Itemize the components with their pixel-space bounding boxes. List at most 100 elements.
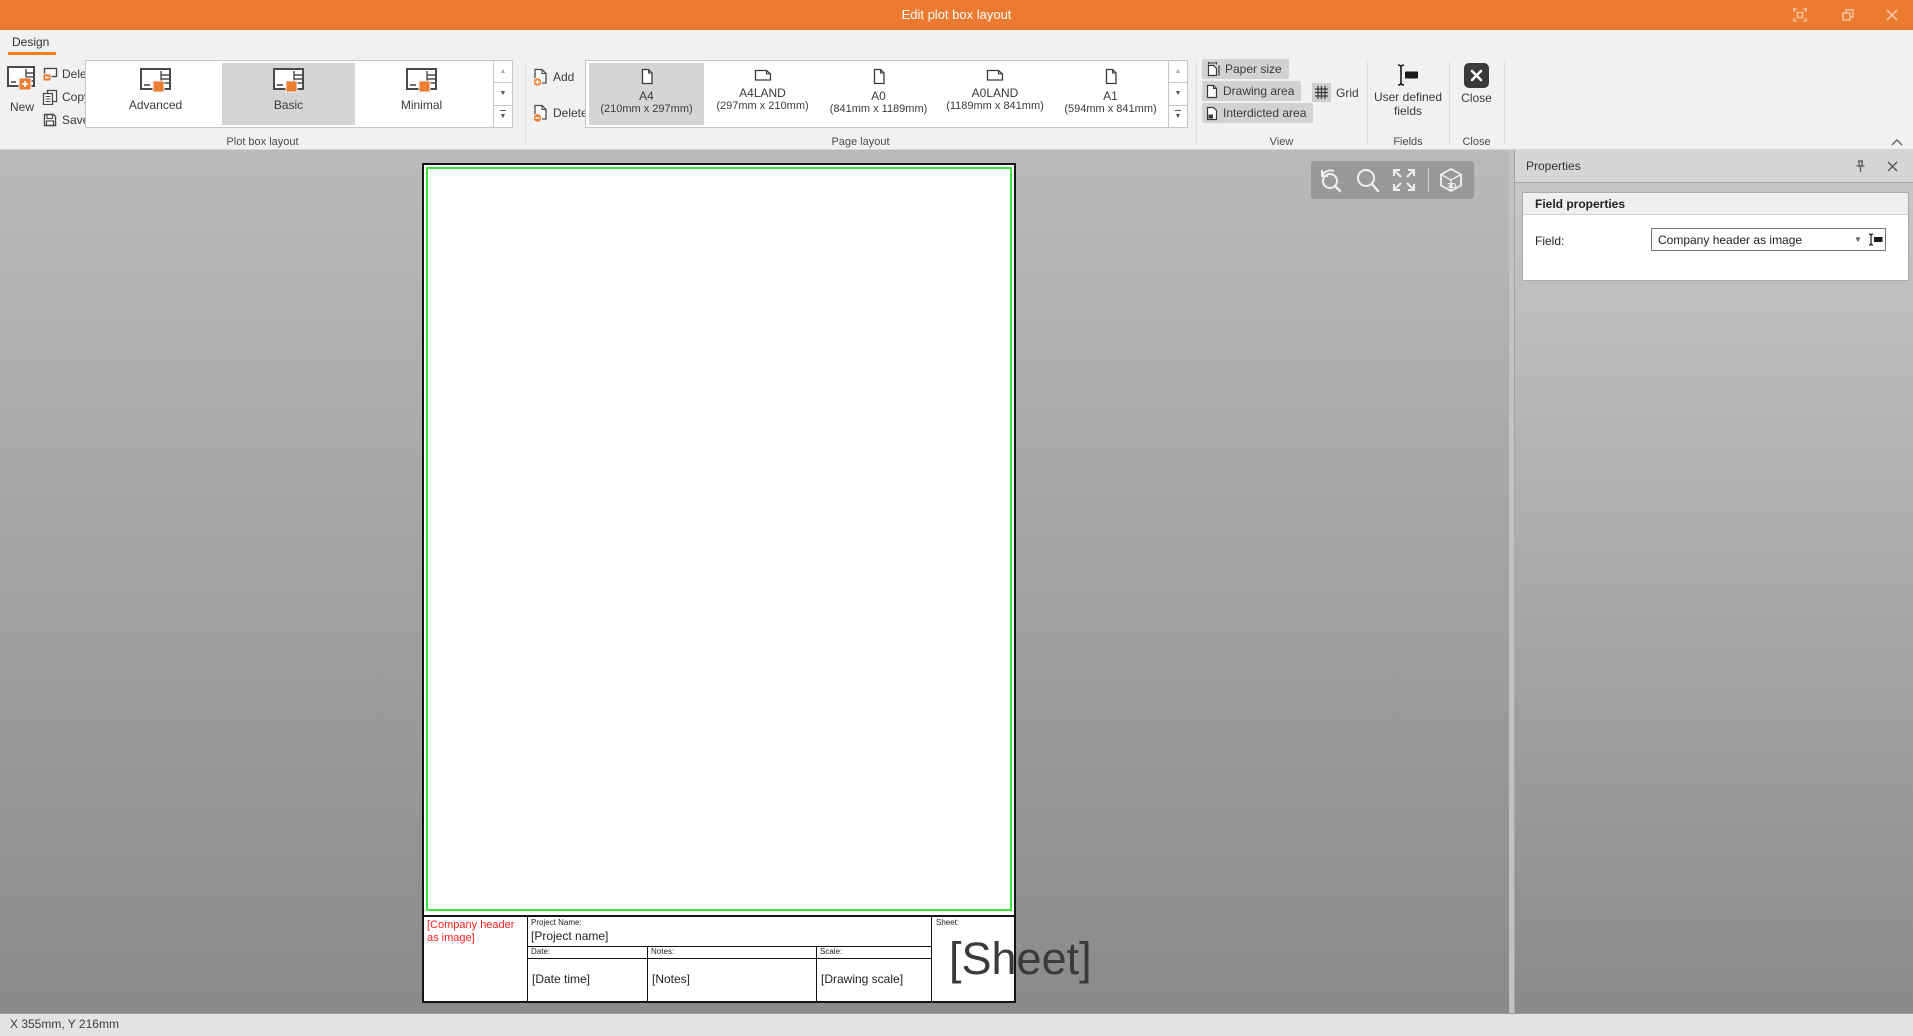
plotbox-item-minimal[interactable]: Minimal [355,63,488,125]
sheet-value: [Sheet] [949,936,1092,981]
add-page-icon [532,68,549,87]
save-icon [42,112,58,128]
sheet-cell[interactable]: Sheet: [Sheet] [932,917,1014,1001]
page-gallery-up-icon[interactable]: ▲ [1169,61,1187,83]
page-gallery-down-icon[interactable]: ▼ [1169,83,1187,105]
plotbox-minimal-icon [406,68,438,94]
delete-page-icon [532,104,549,123]
plotbox-gallery-expand-icon[interactable]: ▼ [494,106,512,127]
paper-size-icon [1206,62,1220,77]
project-name-cell[interactable]: Project Name: [Project name] [528,917,931,947]
toggle-interdicted-area[interactable]: Interdicted area [1202,103,1313,123]
properties-header: Properties [1515,150,1913,183]
new-plotbox-icon [7,66,37,92]
page-gallery-expand-icon[interactable]: ▼ [1169,106,1187,127]
title-block[interactable]: [Company header as image] Project Name: … [424,915,1014,1001]
delete-page-button[interactable]: Delete [532,102,588,124]
date-cell[interactable]: Date: [Date time] [528,947,648,1001]
page-size-a0-dims: (841mm x 1189mm) [821,103,936,115]
plotbox-gallery-up-icon[interactable]: ▲ [494,61,512,83]
window-titlebar: Edit plot box layout [0,0,1913,30]
zoom-previous-icon[interactable] [1317,166,1345,194]
properties-title: Properties [1526,159,1581,173]
group-label-fields: Fields [1367,136,1449,148]
plotbox-item-basic[interactable]: Basic [222,63,355,125]
grid-toggle[interactable]: Grid [1312,83,1359,102]
scale-value: [Drawing scale] [817,959,931,1001]
group-label-view: View [1196,136,1367,148]
close-icon [1463,62,1490,89]
copy-plotbox-button[interactable]: Copy [42,87,90,107]
field-properties-card: Field properties Field: Company header a… [1522,192,1909,281]
group-label-plot-box: Plot box layout [0,136,525,148]
paper-landscape-icon [754,68,772,82]
toolbar-separator [1428,168,1429,192]
toggle-paper-size[interactable]: Paper size [1202,59,1289,79]
page-size-a4land-dims: (297mm x 210mm) [705,100,820,112]
interdicted-area-icon [1206,106,1218,121]
group-view: Paper size Drawing area Interdicted area… [1196,56,1367,149]
plotbox-basic-icon [273,68,305,94]
close-dialog-button[interactable]: Close [1453,58,1500,105]
tab-design-underline [8,52,56,55]
page-size-a0land[interactable]: A0LAND (1189mm x 841mm) [937,63,1053,125]
new-button-label: New [4,100,40,114]
save-plotbox-button[interactable]: Save [42,110,89,130]
plotbox-gallery-down-icon[interactable]: ▼ [494,83,512,105]
combobox-dropdown-icon[interactable]: ▼ [1851,235,1865,244]
project-name-value: [Project name] [531,929,608,943]
page-size-a0land-name: A0LAND [937,86,1053,100]
page-size-a4-name: A4 [589,89,704,103]
grid-label: Grid [1336,86,1359,100]
view-3d-icon[interactable]: 3D [1438,166,1464,194]
title-block-middle: Project Name: [Project name] Date: [Date… [528,917,932,1001]
add-page-button[interactable]: Add [532,66,574,88]
copy-icon [42,89,58,105]
restore-window-icon[interactable] [1840,7,1856,23]
page-size-a0[interactable]: A0 (841mm x 1189mm) [821,63,936,125]
field-combobox-value: Company header as image [1652,233,1851,247]
toggle-drawing-area[interactable]: Drawing area [1202,81,1301,101]
page-size-a1[interactable]: A1 (594mm x 841mm) [1053,63,1168,125]
delete-page-label: Delete [553,106,588,120]
pin-panel-icon[interactable] [1853,159,1868,174]
status-bar: X 355mm, Y 216mm [0,1013,1913,1036]
user-defined-fields-button[interactable]: User defined fields [1370,58,1446,119]
group-fields: User defined fields Fields [1367,56,1449,149]
ribbon-tab-row: Design [0,30,1913,56]
layout-canvas[interactable]: [Company header as image] Project Name: … [0,150,1509,1013]
cursor-position-readout: X 355mm, Y 216mm [10,1017,119,1031]
field-type-cursor-icon [1865,232,1885,247]
plotbox-item-advanced[interactable]: Advanced [89,63,222,125]
paper-portrait-icon [872,68,886,85]
plotbox-basic-label: Basic [222,98,355,112]
scale-cell[interactable]: Scale: [Drawing scale] [817,947,931,1001]
page-size-a4-dims: (210mm x 297mm) [589,103,704,115]
user-defined-fields-label: User defined fields [1370,90,1446,119]
group-close: Close Close [1449,56,1504,149]
page-size-a1-dims: (594mm x 841mm) [1053,103,1168,115]
field-combobox[interactable]: Company header as image ▼ [1651,228,1886,251]
page-size-gallery: A4 (210mm x 297mm) A4LAND (297mm x 210mm… [585,60,1188,128]
add-page-label: Add [553,70,574,84]
project-name-label: Project Name: [531,918,931,927]
group-label-page-layout: Page layout [525,136,1196,148]
company-header-field[interactable]: [Company header as image] [424,917,528,1001]
properties-panel: Properties Field properties Field: Compa… [1514,150,1913,1013]
page-size-a4[interactable]: A4 (210mm x 297mm) [589,63,704,125]
close-panel-icon[interactable] [1885,159,1900,174]
zoom-extents-icon[interactable] [1389,166,1419,194]
page-size-a1-name: A1 [1053,89,1168,103]
zoom-icon[interactable] [1354,166,1380,194]
new-button[interactable]: New [4,64,40,122]
tab-design[interactable]: Design [8,33,53,51]
grid-icon [1312,83,1331,102]
drawing-area-outline [426,167,1012,911]
paper-sheet[interactable]: [Company header as image] Project Name: … [422,163,1016,1003]
collapse-ribbon-icon[interactable] [1890,134,1906,146]
page-size-a4land[interactable]: A4LAND (297mm x 210mm) [705,63,820,125]
notes-cell[interactable]: Notes: [Notes] [648,947,817,1001]
close-window-icon[interactable] [1884,7,1900,23]
window-title: Edit plot box layout [0,0,1913,30]
fullscreen-icon[interactable] [1792,7,1808,23]
